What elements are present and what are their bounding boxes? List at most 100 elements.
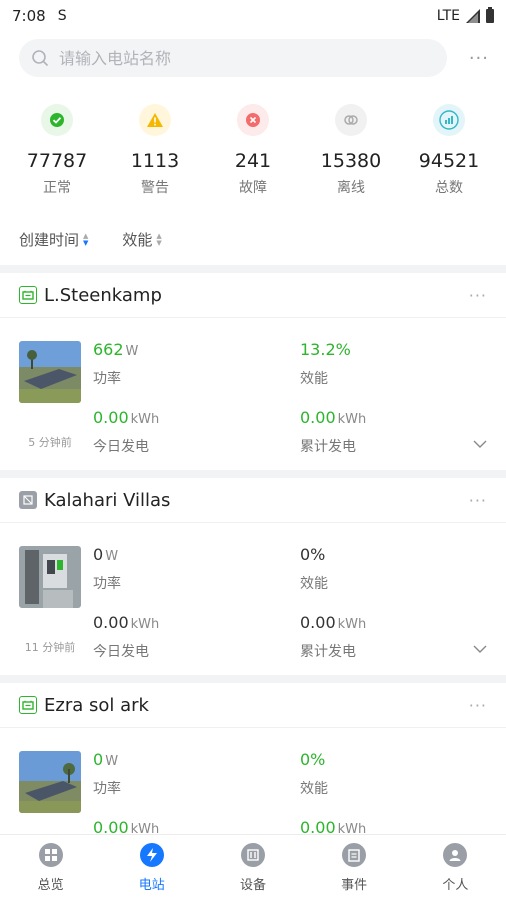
today-energy-value: 0.00 — [93, 408, 129, 427]
power-label: 功率 — [93, 371, 121, 387]
bottom-nav: 总览 电站 设备 事件 个人 — [0, 834, 506, 900]
station-card[interactable]: Kalahari Villas ··· 11 分钟前 0W 功率 0% 效能 0… — [0, 478, 506, 673]
nav-station[interactable]: 电站 — [112, 835, 192, 900]
stat-label: 故障 — [239, 180, 267, 196]
search-icon — [32, 50, 49, 67]
efficiency-value: 13.2% — [300, 340, 351, 359]
nav-label: 总览 — [37, 878, 64, 893]
stat-warning[interactable]: 1113 警告 — [107, 104, 203, 197]
status-summary: 77787 正常 1113 警告 241 故障 15380 离线 94521 总… — [0, 104, 506, 197]
nav-device[interactable]: 设备 — [213, 835, 293, 900]
overview-icon — [38, 843, 63, 867]
sort-label: 创建时间 — [19, 231, 80, 249]
stat-total[interactable]: 94521 总数 — [401, 104, 497, 197]
station-name: L.Steenkamp — [44, 284, 162, 306]
efficiency-metric: 0% 效能 — [300, 750, 328, 798]
power-value: 0 — [93, 545, 104, 564]
power-metric: 662 W 功率 — [93, 340, 138, 388]
total-energy-metric: 0.00 kWh 累计发电 — [300, 408, 366, 456]
today-energy-label: 今日发电 — [93, 644, 149, 660]
status-bar: 7:08 S LTE — [0, 0, 506, 32]
sort-label: 效能 — [122, 231, 153, 249]
network-type: LTE — [436, 8, 460, 24]
today-energy-label: 今日发电 — [93, 439, 149, 455]
power-label: 功率 — [93, 576, 121, 592]
nav-label: 个人 — [442, 878, 469, 893]
station-more-button[interactable]: ··· — [469, 491, 487, 510]
total-energy-unit: kWh — [337, 412, 367, 427]
station-name: Ezra sol ark — [44, 694, 149, 716]
efficiency-label: 效能 — [300, 371, 328, 387]
stat-value: 1113 — [130, 150, 180, 172]
section-divider — [0, 265, 506, 273]
device-icon — [240, 843, 265, 867]
chevron-down-icon[interactable] — [472, 436, 488, 452]
nav-overview[interactable]: 总览 — [11, 835, 91, 900]
stat-value: 241 — [234, 150, 272, 172]
sort-created-time[interactable]: 创建时间 ▲ ▼ — [19, 229, 88, 250]
last-updated: 11 分钟前 — [24, 641, 76, 654]
battery-green-icon — [19, 696, 37, 714]
chevron-down-icon[interactable] — [472, 641, 488, 657]
search-box[interactable] — [19, 39, 447, 77]
battery-icon — [486, 7, 494, 23]
nav-label: 事件 — [341, 878, 368, 893]
sort-efficiency[interactable]: 效能 ▲ ▼ — [122, 229, 161, 250]
search-input[interactable] — [59, 48, 419, 68]
section-divider — [0, 675, 506, 683]
search-row: ··· — [19, 39, 489, 77]
nav-label: 电站 — [138, 878, 165, 893]
stat-value: 94521 — [418, 150, 480, 172]
power-value: 662 — [93, 340, 124, 359]
today-energy-metric: 0.00 kWh 今日发电 — [93, 408, 159, 456]
warning-icon — [139, 104, 171, 136]
sort-bar: 创建时间 ▲ ▼ 效能 ▲ ▼ — [19, 229, 162, 250]
efficiency-label: 效能 — [300, 576, 328, 592]
stat-label: 离线 — [337, 180, 365, 196]
station-more-button[interactable]: ··· — [469, 696, 487, 715]
stat-offline[interactable]: 15380 离线 — [303, 104, 399, 197]
nav-label: 设备 — [239, 878, 266, 893]
station-photo — [19, 751, 81, 813]
station-photo — [19, 546, 81, 608]
total-energy-metric: 0.00 kWh 累计发电 — [300, 613, 366, 661]
stat-label: 警告 — [141, 180, 169, 196]
efficiency-metric: 0% 效能 — [300, 545, 328, 593]
efficiency-value: 0% — [300, 750, 326, 769]
power-unit: W — [105, 549, 119, 564]
efficiency-metric: 13.2% 效能 — [300, 340, 351, 388]
total-energy-label: 累计发电 — [300, 644, 356, 660]
power-value: 0 — [93, 750, 104, 769]
power-metric: 0W 功率 — [93, 750, 121, 798]
stat-value: 77787 — [26, 150, 88, 172]
total-energy-unit: kWh — [337, 617, 367, 632]
nav-profile[interactable]: 个人 — [415, 835, 495, 900]
station-more-button[interactable]: ··· — [469, 286, 487, 305]
offline-icon — [335, 104, 367, 136]
efficiency-value: 0% — [300, 545, 326, 564]
profile-icon — [443, 843, 468, 867]
nav-events[interactable]: 事件 — [314, 835, 394, 900]
stat-normal[interactable]: 77787 正常 — [9, 104, 105, 197]
power-metric: 0W 功率 — [93, 545, 121, 593]
today-energy-unit: kWh — [130, 617, 160, 632]
fault-x-icon — [237, 104, 269, 136]
sort-arrows-icon: ▲ ▼ — [156, 231, 162, 247]
battery-green-icon — [19, 286, 37, 304]
signal-icon — [466, 9, 480, 23]
offline-box-icon — [19, 491, 37, 509]
total-energy-value: 0.00 — [300, 408, 336, 427]
section-divider — [0, 470, 506, 478]
efficiency-label: 效能 — [300, 781, 328, 797]
station-name: Kalahari Villas — [44, 489, 171, 511]
power-label: 功率 — [93, 781, 121, 797]
station-bolt-icon — [139, 843, 164, 867]
station-card[interactable]: L.Steenkamp ··· 5 分钟前 662 W 功率 13.2% 效能 0… — [0, 273, 506, 468]
total-chart-icon — [433, 104, 465, 136]
more-menu-button[interactable]: ··· — [469, 48, 489, 69]
stat-fault[interactable]: 241 故障 — [205, 104, 301, 197]
stat-label: 总数 — [435, 180, 463, 196]
power-unit: W — [125, 344, 139, 359]
station-photo — [19, 341, 81, 403]
total-energy-label: 累计发电 — [300, 439, 356, 455]
